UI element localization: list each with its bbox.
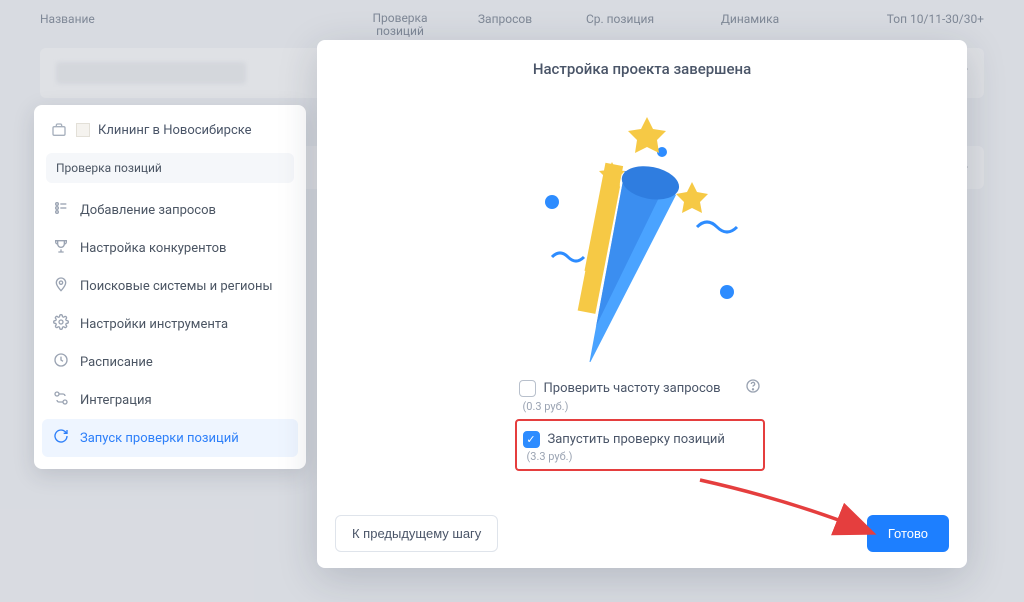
- pin-icon: [52, 276, 70, 296]
- briefcase-icon: [50, 121, 68, 139]
- project-color-swatch: [76, 123, 90, 137]
- sidebar-item-competitors[interactable]: Настройка конкурентов: [42, 229, 298, 267]
- clock-icon: [52, 352, 70, 372]
- modal-title: Настройка проекта завершена: [533, 60, 751, 78]
- checkbox-run-check[interactable]: ✓: [523, 431, 540, 448]
- help-icon[interactable]: [745, 378, 761, 398]
- sidebar-item-label: Поисковые системы и регионы: [80, 279, 273, 294]
- sidebar-item-integration[interactable]: Интеграция: [42, 381, 298, 419]
- section-label: Проверка позиций: [46, 153, 294, 183]
- confetti-illustration: [492, 92, 792, 362]
- highlighted-option: ✓ Запустить проверку позиций (3.3 руб.): [515, 419, 765, 471]
- sidebar-item-add-queries[interactable]: Добавление запросов: [42, 191, 298, 229]
- sidebar-item-label: Настройка конкурентов: [80, 241, 226, 256]
- option-sub: (3.3 руб.): [519, 450, 761, 467]
- gear-icon: [52, 314, 70, 334]
- sidebar-item-label: Добавление запросов: [80, 203, 216, 218]
- options-block: Проверить частоту запросов (0.3 руб.) ✓ …: [515, 372, 765, 471]
- integration-icon: [52, 390, 70, 410]
- wizard-sidebar: Клининг в Новосибирске Проверка позиций …: [34, 105, 306, 469]
- checkbox-frequency[interactable]: [519, 380, 536, 397]
- sidebar-item-label: Интеграция: [80, 393, 152, 408]
- sidebar-item-label: Настройки инструмента: [80, 317, 228, 332]
- completion-modal: Настройка проекта завершена: [317, 40, 967, 568]
- sidebar-item-label: Расписание: [80, 355, 153, 370]
- option-check-frequency[interactable]: Проверить частоту запросов: [515, 372, 765, 400]
- sidebar-item-tool-settings[interactable]: Настройки инструмента: [42, 305, 298, 343]
- done-button[interactable]: Готово: [867, 515, 949, 552]
- option-sub: (0.3 руб.): [515, 400, 765, 417]
- trophy-icon: [52, 238, 70, 258]
- plus-list-icon: [52, 200, 70, 220]
- option-label: Проверить частоту запросов: [544, 381, 721, 396]
- refresh-icon: [52, 428, 70, 448]
- project-name: Клининг в Новосибирске: [98, 123, 252, 138]
- option-label: Запустить проверку позиций: [548, 432, 725, 447]
- sidebar-item-search-regions[interactable]: Поисковые системы и регионы: [42, 267, 298, 305]
- prev-step-button[interactable]: К предыдущему шагу: [335, 515, 498, 552]
- sidebar-item-label: Запуск проверки позиций: [80, 431, 239, 446]
- sidebar-item-schedule[interactable]: Расписание: [42, 343, 298, 381]
- option-run-check[interactable]: ✓ Запустить проверку позиций: [519, 425, 761, 450]
- modal-footer: К предыдущему шагу Готово: [335, 515, 949, 552]
- sidebar-item-run-check[interactable]: Запуск проверки позиций: [42, 419, 298, 457]
- project-row: Клининг в Новосибирске: [42, 115, 298, 149]
